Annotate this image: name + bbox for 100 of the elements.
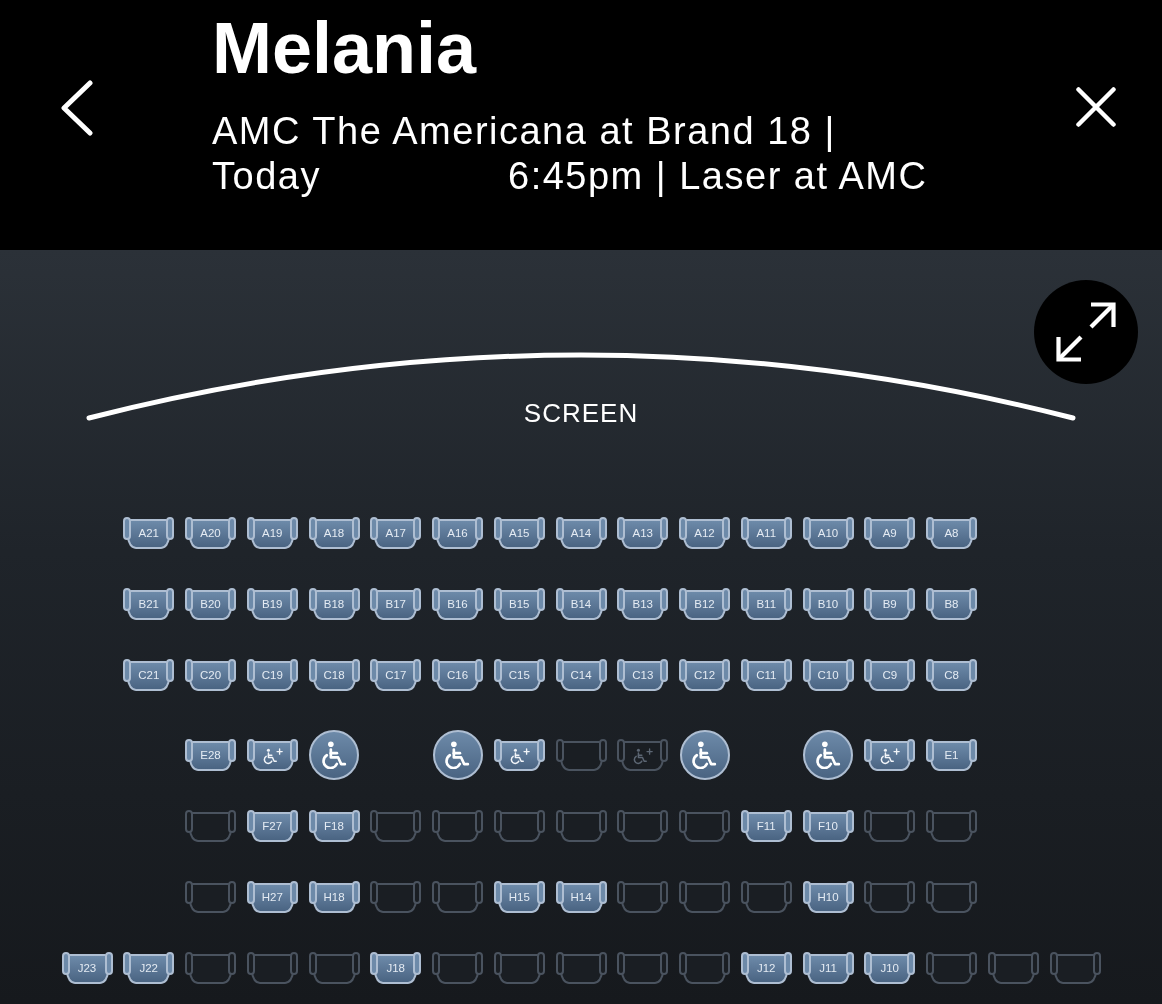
- seat[interactable]: C10: [802, 659, 854, 691]
- seat[interactable]: [679, 952, 730, 984]
- seat[interactable]: B12: [679, 588, 730, 620]
- seat[interactable]: [555, 739, 607, 771]
- seat[interactable]: [185, 881, 236, 913]
- seat[interactable]: F10: [802, 810, 854, 842]
- seat[interactable]: C11: [740, 659, 792, 691]
- seat[interactable]: A16: [432, 517, 483, 549]
- seat[interactable]: A10: [802, 517, 854, 549]
- seat[interactable]: [370, 881, 422, 913]
- seat[interactable]: J22: [123, 952, 175, 984]
- seat[interactable]: [246, 952, 298, 984]
- seat[interactable]: B15: [493, 588, 545, 620]
- seat[interactable]: [555, 952, 607, 984]
- seat[interactable]: C15: [493, 659, 545, 691]
- seat[interactable]: [432, 810, 483, 842]
- seat[interactable]: B20: [185, 588, 236, 620]
- wheelchair-seat[interactable]: [309, 730, 359, 780]
- seat[interactable]: [679, 810, 730, 842]
- seat[interactable]: A21: [123, 517, 175, 549]
- seat[interactable]: F18: [308, 810, 360, 842]
- seat[interactable]: H14: [555, 881, 607, 913]
- seat[interactable]: A20: [185, 517, 236, 549]
- seat[interactable]: F27: [246, 810, 298, 842]
- seat[interactable]: [370, 810, 422, 842]
- seat[interactable]: [185, 952, 236, 984]
- seat[interactable]: [864, 810, 916, 842]
- seat[interactable]: F11: [740, 810, 792, 842]
- seat[interactable]: J18: [370, 952, 422, 984]
- seat[interactable]: H18: [308, 881, 360, 913]
- wheelchair-seat[interactable]: [679, 730, 730, 780]
- seat[interactable]: [432, 952, 483, 984]
- seat[interactable]: [617, 810, 669, 842]
- seat[interactable]: [740, 881, 792, 913]
- back-button[interactable]: [60, 80, 94, 136]
- companion-seat[interactable]: [864, 739, 916, 771]
- seat[interactable]: B18: [308, 588, 360, 620]
- seat[interactable]: [555, 810, 607, 842]
- seat[interactable]: [864, 881, 916, 913]
- seat[interactable]: [493, 810, 545, 842]
- seat[interactable]: A19: [246, 517, 298, 549]
- seat[interactable]: J11: [802, 952, 854, 984]
- seat[interactable]: J10: [864, 952, 916, 984]
- seat[interactable]: A8: [926, 517, 977, 549]
- seat[interactable]: B17: [370, 588, 422, 620]
- seat[interactable]: J23: [61, 952, 113, 984]
- seat[interactable]: [987, 952, 1039, 984]
- seat[interactable]: [617, 952, 669, 984]
- seat[interactable]: B8: [926, 588, 977, 620]
- seat[interactable]: C18: [308, 659, 360, 691]
- seat[interactable]: B21: [123, 588, 175, 620]
- seat[interactable]: B19: [246, 588, 298, 620]
- seat[interactable]: C13: [617, 659, 669, 691]
- seat[interactable]: E1: [926, 739, 977, 771]
- seat[interactable]: [679, 881, 730, 913]
- seat[interactable]: A11: [740, 517, 792, 549]
- seat[interactable]: [432, 881, 483, 913]
- seat[interactable]: J12: [740, 952, 792, 984]
- seat[interactable]: C17: [370, 659, 422, 691]
- seat[interactable]: [926, 810, 977, 842]
- seat[interactable]: [185, 810, 236, 842]
- seat[interactable]: H15: [493, 881, 545, 913]
- seat[interactable]: [493, 952, 545, 984]
- seat[interactable]: A18: [308, 517, 360, 549]
- seat[interactable]: B16: [432, 588, 483, 620]
- seat[interactable]: C20: [185, 659, 236, 691]
- companion-seat[interactable]: [246, 739, 298, 771]
- seat[interactable]: C12: [679, 659, 730, 691]
- seat[interactable]: A9: [864, 517, 916, 549]
- seat[interactable]: A13: [617, 517, 669, 549]
- wheelchair-seat[interactable]: [432, 730, 483, 780]
- seat[interactable]: B10: [802, 588, 854, 620]
- seat[interactable]: A15: [493, 517, 545, 549]
- seat[interactable]: C8: [926, 659, 977, 691]
- seat[interactable]: H10: [802, 881, 854, 913]
- seat[interactable]: C14: [555, 659, 607, 691]
- seat[interactable]: [617, 881, 669, 913]
- seat[interactable]: A14: [555, 517, 607, 549]
- seat[interactable]: C16: [432, 659, 483, 691]
- seat[interactable]: E28: [185, 739, 236, 771]
- movie-title: Melania: [212, 12, 478, 84]
- seat[interactable]: H27: [246, 881, 298, 913]
- seat[interactable]: [926, 881, 977, 913]
- seat[interactable]: B14: [555, 588, 607, 620]
- seat[interactable]: B13: [617, 588, 669, 620]
- seat[interactable]: C9: [864, 659, 916, 691]
- companion-seat[interactable]: [493, 739, 545, 771]
- seat[interactable]: C21: [123, 659, 175, 691]
- seat[interactable]: [1049, 952, 1101, 984]
- wheelchair-icon: [691, 741, 718, 769]
- seat[interactable]: [308, 952, 360, 984]
- seat[interactable]: B11: [740, 588, 792, 620]
- seat[interactable]: A12: [679, 517, 730, 549]
- wheelchair-seat[interactable]: [803, 730, 853, 780]
- seat[interactable]: A17: [370, 517, 422, 549]
- close-button[interactable]: [1076, 87, 1116, 127]
- seat[interactable]: C19: [246, 659, 298, 691]
- showtime-format: 6:45pm | Laser at AMC: [508, 154, 928, 199]
- seat[interactable]: B9: [864, 588, 916, 620]
- seat[interactable]: [926, 952, 977, 984]
